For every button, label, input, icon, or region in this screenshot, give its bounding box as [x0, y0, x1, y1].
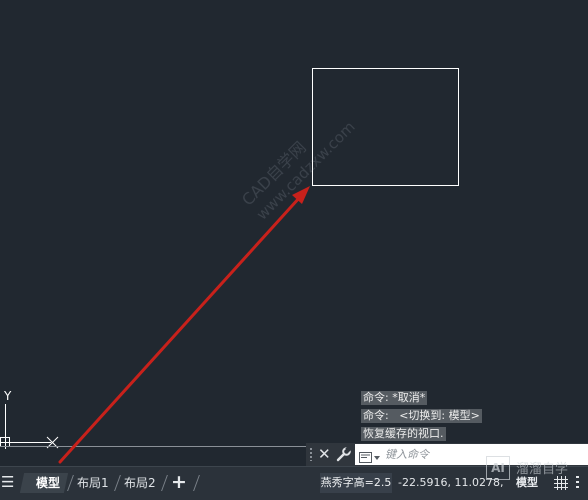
tab-separator: [161, 475, 168, 491]
wrench-icon[interactable]: [336, 445, 352, 466]
drawing-canvas[interactable]: [0, 0, 588, 464]
tab-separator: [114, 475, 121, 491]
add-layout-icon[interactable]: +: [171, 469, 187, 495]
logo-mark: AI: [486, 456, 510, 480]
drawn-rectangle[interactable]: [312, 68, 459, 186]
drag-grip-icon[interactable]: [310, 448, 312, 461]
font-height-indicator[interactable]: 燕秀字高=2.5: [320, 473, 392, 493]
tab-label: 模型: [36, 476, 61, 490]
logo-text: 溜溜自学: [516, 462, 569, 477]
ucs-y-label: Y: [4, 389, 12, 403]
tab-separator: [67, 475, 74, 491]
watermark-logo: AI 溜溜自学: [486, 452, 588, 500]
tab-label: 布局2: [124, 476, 156, 490]
command-history-line: 恢复缓存的视口.: [361, 427, 446, 441]
tab-model[interactable]: 模型: [19, 473, 69, 493]
red-annotation-arrow: [58, 186, 310, 464]
tab-separator: [193, 475, 200, 491]
command-history-line: 命令: *取消*: [361, 391, 428, 405]
close-icon[interactable]: ✕: [318, 445, 331, 463]
hamburger-menu-icon[interactable]: ☰: [1, 472, 14, 492]
command-history-line: 命令: <切换到: 模型>: [361, 409, 482, 423]
tab-label: 布局1: [77, 476, 109, 490]
tab-layout2[interactable]: 布局2: [124, 473, 156, 493]
ucs-icon: [0, 404, 59, 449]
tab-layout1[interactable]: 布局1: [77, 473, 109, 493]
